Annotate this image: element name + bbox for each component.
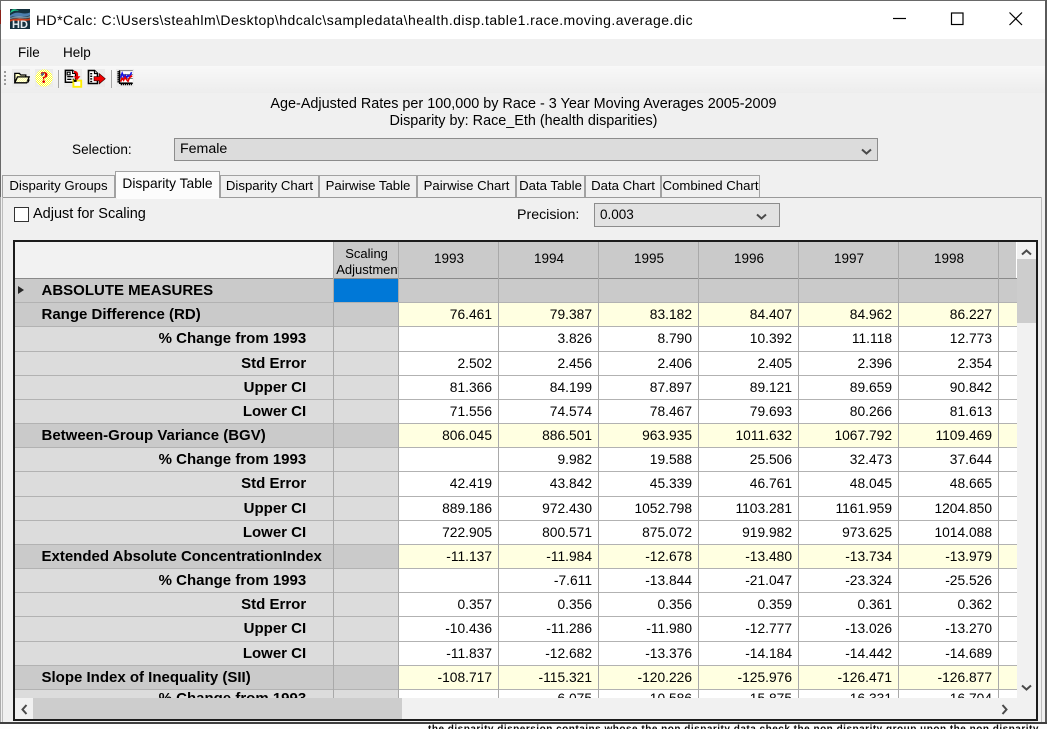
svg-text:?: ? <box>40 69 49 87</box>
svg-text:HD: HD <box>12 19 28 29</box>
